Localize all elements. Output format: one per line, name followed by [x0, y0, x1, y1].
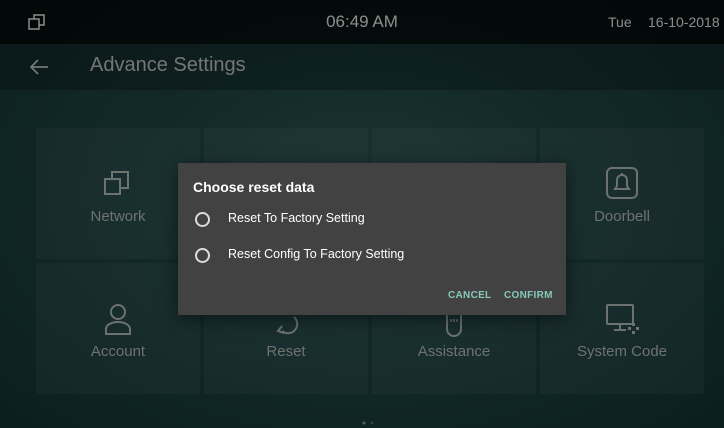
cancel-button[interactable]: CANCEL — [448, 290, 491, 301]
confirm-button[interactable]: CONFIRM — [504, 290, 553, 301]
dialog-title: Choose reset data — [193, 179, 315, 195]
option-reset-config-factory[interactable]: Reset Config To Factory Setting — [193, 244, 553, 268]
reset-dialog: Choose reset data Reset To Factory Setti… — [178, 163, 566, 315]
option-label: Reset To Factory Setting — [228, 211, 365, 225]
radio-button[interactable] — [195, 248, 210, 263]
radio-button[interactable] — [195, 212, 210, 227]
option-reset-factory[interactable]: Reset To Factory Setting — [193, 208, 553, 232]
option-label: Reset Config To Factory Setting — [228, 247, 405, 261]
